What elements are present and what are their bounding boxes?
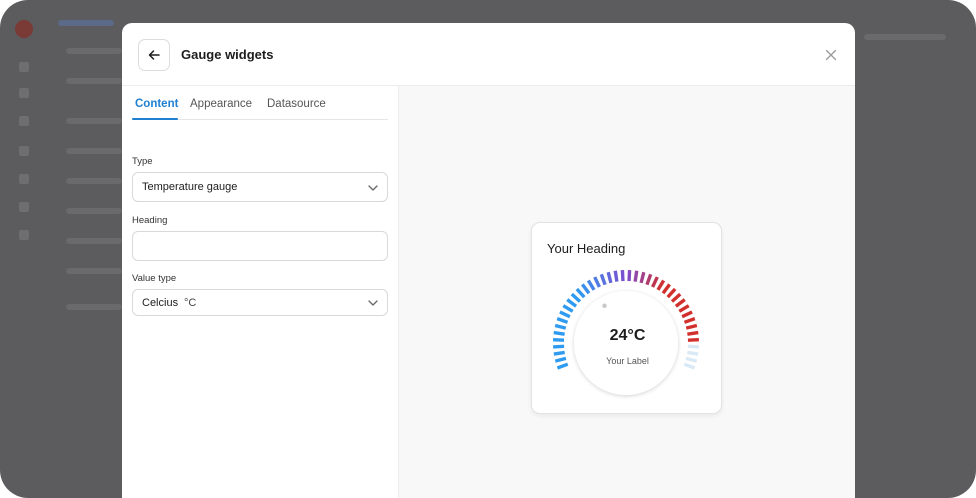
temperature-gauge <box>552 270 700 395</box>
modal-header: Gauge widgets <box>122 23 855 86</box>
background-nav-icon <box>19 88 29 98</box>
type-select[interactable]: Temperature gauge <box>132 172 388 202</box>
gauge-tick <box>556 317 569 324</box>
gauge-tick <box>581 283 591 295</box>
gauge-tick <box>553 344 565 349</box>
config-panel: Content Appearance Datasource Type Tempe… <box>122 86 399 498</box>
chevron-down-icon <box>368 300 378 306</box>
gauge-tick <box>570 292 582 303</box>
gauge-tick <box>620 270 625 282</box>
gauge-tick <box>593 276 601 288</box>
gauge-tick <box>627 270 632 282</box>
background-list-item <box>66 178 122 184</box>
heading-label: Heading <box>132 215 168 226</box>
value-type-label: Value type <box>132 273 177 284</box>
gauge-widget-modal: Gauge widgets Content Appearance Datasou… <box>122 23 855 498</box>
background-list-item <box>66 48 122 54</box>
background-sidebar <box>0 0 48 498</box>
preview-panel: Your Heading 24°C Your Label <box>399 86 855 498</box>
tab-bar: Content Appearance Datasource <box>132 86 388 120</box>
close-button[interactable] <box>822 46 840 64</box>
gauge-tick <box>586 279 596 291</box>
type-label: Type <box>132 156 153 167</box>
value-type-unit: °C <box>184 297 197 309</box>
gauge-tick <box>678 304 690 313</box>
gauge-tick <box>683 317 696 324</box>
background-nav-icon <box>19 230 29 240</box>
background-nav-icon <box>19 62 29 72</box>
gauge-indicator-dot <box>602 303 607 308</box>
gauge-tick <box>599 273 607 286</box>
gauge-tick <box>553 350 565 356</box>
gauge-tick <box>661 283 671 295</box>
gauge-tick <box>645 273 653 286</box>
gauge-tick <box>633 270 639 282</box>
gauge-tick <box>639 271 646 284</box>
background-list-item <box>66 208 122 214</box>
gauge-tick <box>666 287 677 299</box>
tab-content-label: Content <box>135 98 179 110</box>
gauge-tick <box>651 276 659 288</box>
background-header-item <box>864 34 946 40</box>
tab-datasource[interactable]: Datasource <box>267 98 326 120</box>
background-nav-icon <box>19 146 29 156</box>
gauge-card: Your Heading 24°C Your Label <box>531 222 722 414</box>
chevron-down-icon <box>368 185 378 191</box>
gauge-label: Your Label <box>606 356 649 366</box>
background-list-item <box>66 78 122 84</box>
value-type-select[interactable]: Celcius °C <box>132 289 388 316</box>
tab-appearance[interactable]: Appearance <box>190 98 252 120</box>
type-select-value: Temperature gauge <box>142 181 238 193</box>
close-icon <box>825 49 837 61</box>
gauge-tick <box>559 310 571 319</box>
heading-input[interactable] <box>132 231 388 261</box>
gauge-tick <box>575 287 586 299</box>
tab-datasource-label: Datasource <box>267 98 326 110</box>
gauge-tick <box>681 310 693 319</box>
gauge-tick <box>606 271 613 284</box>
gauge-tick <box>687 344 699 349</box>
arrow-left-icon <box>148 50 160 60</box>
gauge-tick <box>566 298 578 308</box>
app-frame: Gauge widgets Content Appearance Datasou… <box>0 0 976 498</box>
gauge-value: 24°C <box>609 327 646 344</box>
gauge-tick <box>674 298 686 308</box>
background-breadcrumb <box>58 20 114 26</box>
background-logo <box>15 20 33 38</box>
gauge-tick <box>562 304 574 313</box>
gauge-tick <box>613 270 619 282</box>
gauge-tick <box>687 350 699 356</box>
background-list-item <box>66 304 122 310</box>
value-type-select-value: Celcius <box>142 297 179 309</box>
tab-appearance-label: Appearance <box>190 98 253 110</box>
background-nav-icon <box>19 202 29 212</box>
modal-title: Gauge widgets <box>181 47 274 62</box>
background-list-item <box>66 118 122 124</box>
background-list-item <box>66 148 122 154</box>
background-list-item <box>66 268 122 274</box>
tab-content[interactable]: Content <box>132 98 179 120</box>
tab-active-indicator <box>132 118 178 120</box>
back-button[interactable] <box>138 39 170 71</box>
background-nav-icon <box>19 116 29 126</box>
background-nav-icon <box>19 174 29 184</box>
gauge-tick <box>670 292 682 303</box>
background-list-item <box>66 238 122 244</box>
gauge-tick <box>656 279 666 291</box>
